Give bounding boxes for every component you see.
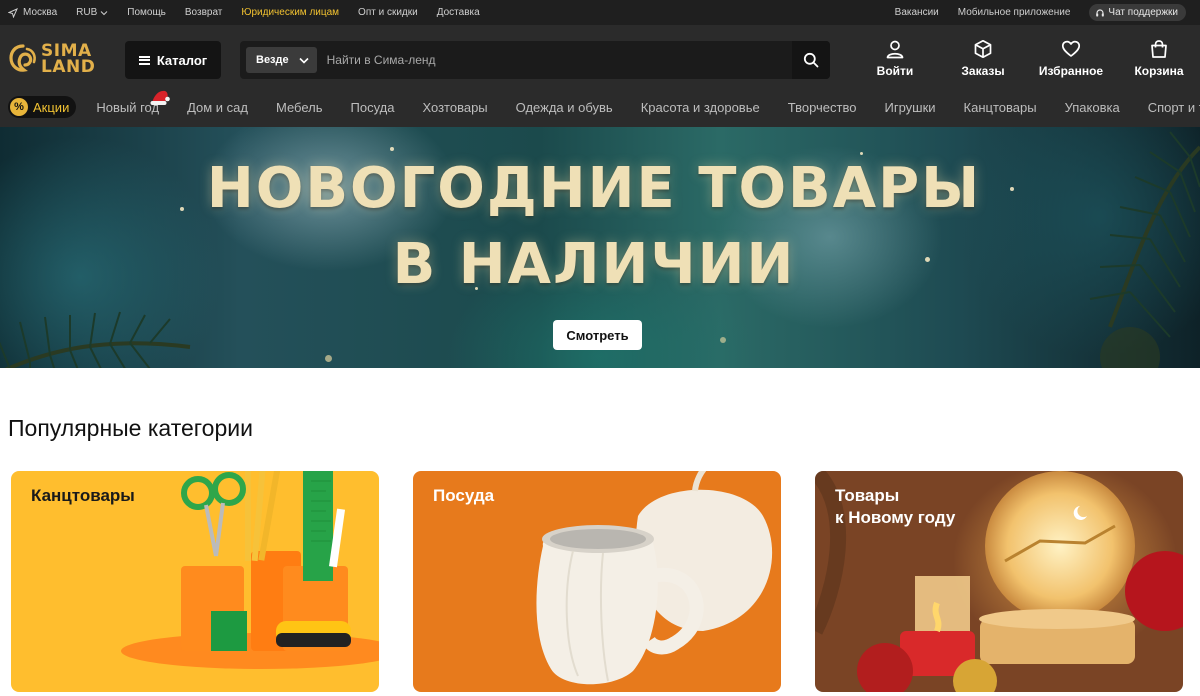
nav-item-clothing-shoes[interactable]: Одежда и обувь [516, 100, 613, 115]
nav-item-new-year[interactable]: Новый год [96, 90, 170, 115]
nav-item-stationery[interactable]: Канцтовары [964, 100, 1037, 115]
hero-title-line-1: НОВОГОДНИЕ ТОВАРЫ [206, 156, 982, 221]
user-icon [886, 40, 904, 59]
category-card-stationery[interactable]: Канцтовары [11, 471, 379, 692]
city-selector[interactable]: Москва [8, 7, 57, 18]
nav-item-dishes[interactable]: Посуда [351, 100, 395, 115]
delivery-link[interactable]: Доставка [437, 7, 480, 18]
category-card-label: Канцтовары [31, 486, 135, 505]
currency-selector[interactable]: RUB [76, 7, 108, 18]
cart-label: Корзина [1134, 64, 1184, 78]
box-icon [974, 39, 992, 59]
promotions-link[interactable]: % Акции [8, 96, 77, 118]
currency-label: RUB [76, 7, 98, 18]
wholesale-link[interactable]: Опт и скидки [358, 7, 418, 18]
logo-wordmark: SIMA LAND [41, 43, 96, 77]
search-scope-select[interactable]: Везде [246, 47, 317, 73]
nav-item-home-garden[interactable]: Дом и сад [187, 100, 248, 115]
popular-categories-title: Популярные категории [8, 415, 253, 441]
help-link[interactable]: Помощь [127, 7, 166, 18]
favorites-label: Избранное [1038, 64, 1104, 78]
orders-button[interactable]: Заказы [942, 39, 1024, 78]
hero-title-line-2: В НАЛИЧИИ [392, 232, 796, 297]
percent-icon: % [10, 98, 28, 116]
location-arrow-icon [8, 7, 18, 18]
headset-icon [1096, 8, 1105, 16]
category-card-dishes[interactable]: Посуда [413, 471, 781, 692]
nav-item-household[interactable]: Хозтовары [422, 100, 487, 115]
nav-item-beauty-health[interactable]: Красота и здоровье [641, 100, 760, 115]
login-button[interactable]: Войти [854, 39, 936, 78]
hero-view-button[interactable]: Смотреть [553, 320, 642, 350]
nav-item-creativity[interactable]: Творчество [788, 100, 857, 115]
chevron-down-icon [100, 10, 108, 15]
category-card-label: Товары к Новому году [835, 486, 956, 527]
nav-item-toys[interactable]: Игрушки [884, 100, 935, 115]
search-icon [803, 52, 819, 68]
header-actions: Войти Заказы Избранное Корзина [854, 39, 1200, 78]
legal-entities-link[interactable]: Юридическим лицам [241, 7, 339, 18]
search-input[interactable] [316, 41, 792, 79]
main-header: SIMA LAND Каталог Везде Войти Заказы Изб… [0, 25, 1200, 87]
returns-link[interactable]: Возврат [185, 7, 223, 18]
site-logo[interactable]: SIMA LAND [8, 39, 100, 79]
nav-item-furniture[interactable]: Мебель [276, 100, 323, 115]
search-bar: Везде [240, 41, 830, 79]
menu-icon [138, 55, 150, 65]
santa-hat-icon [150, 90, 170, 105]
category-nav: % Акции Новый год Дом и сад Мебель Посуд… [0, 87, 1200, 127]
search-submit-button[interactable] [792, 41, 830, 79]
favorites-button[interactable]: Избранное [1024, 39, 1118, 78]
nav-item-packaging[interactable]: Упаковка [1065, 100, 1120, 115]
nav-item-sport-tourism[interactable]: Спорт и туризм [1148, 100, 1200, 115]
mobile-app-link[interactable]: Мобильное приложение [958, 7, 1071, 18]
shopping-bag-icon [1151, 40, 1167, 58]
category-card-label: Посуда [433, 486, 495, 505]
heart-icon [1061, 40, 1081, 57]
support-chat-button[interactable]: Чат поддержки [1089, 4, 1186, 21]
catalog-button[interactable]: Каталог [125, 41, 221, 79]
search-scope-label: Везде [256, 54, 289, 66]
promotions-label: Акции [33, 99, 70, 115]
orders-label: Заказы [961, 64, 1005, 78]
city-label: Москва [23, 7, 58, 18]
login-label: Войти [876, 64, 914, 78]
category-card-new-year-goods[interactable]: Товары к Новому году [815, 471, 1183, 692]
support-chat-label: Чат поддержки [1108, 7, 1178, 18]
chevron-down-icon [299, 57, 309, 64]
top-utility-bar: Москва RUB Помощь Возврат Юридическим ли… [0, 0, 1200, 25]
hero-banner[interactable]: НОВОГОДНИЕ ТОВАРЫ В НАЛИЧИИ Смотреть [0, 127, 1200, 368]
cart-button[interactable]: Корзина [1118, 39, 1200, 78]
logo-mark-icon [9, 44, 36, 72]
logo-line-2: LAND [41, 57, 96, 77]
catalog-label: Каталог [156, 52, 208, 68]
jobs-link[interactable]: Вакансии [895, 7, 939, 18]
